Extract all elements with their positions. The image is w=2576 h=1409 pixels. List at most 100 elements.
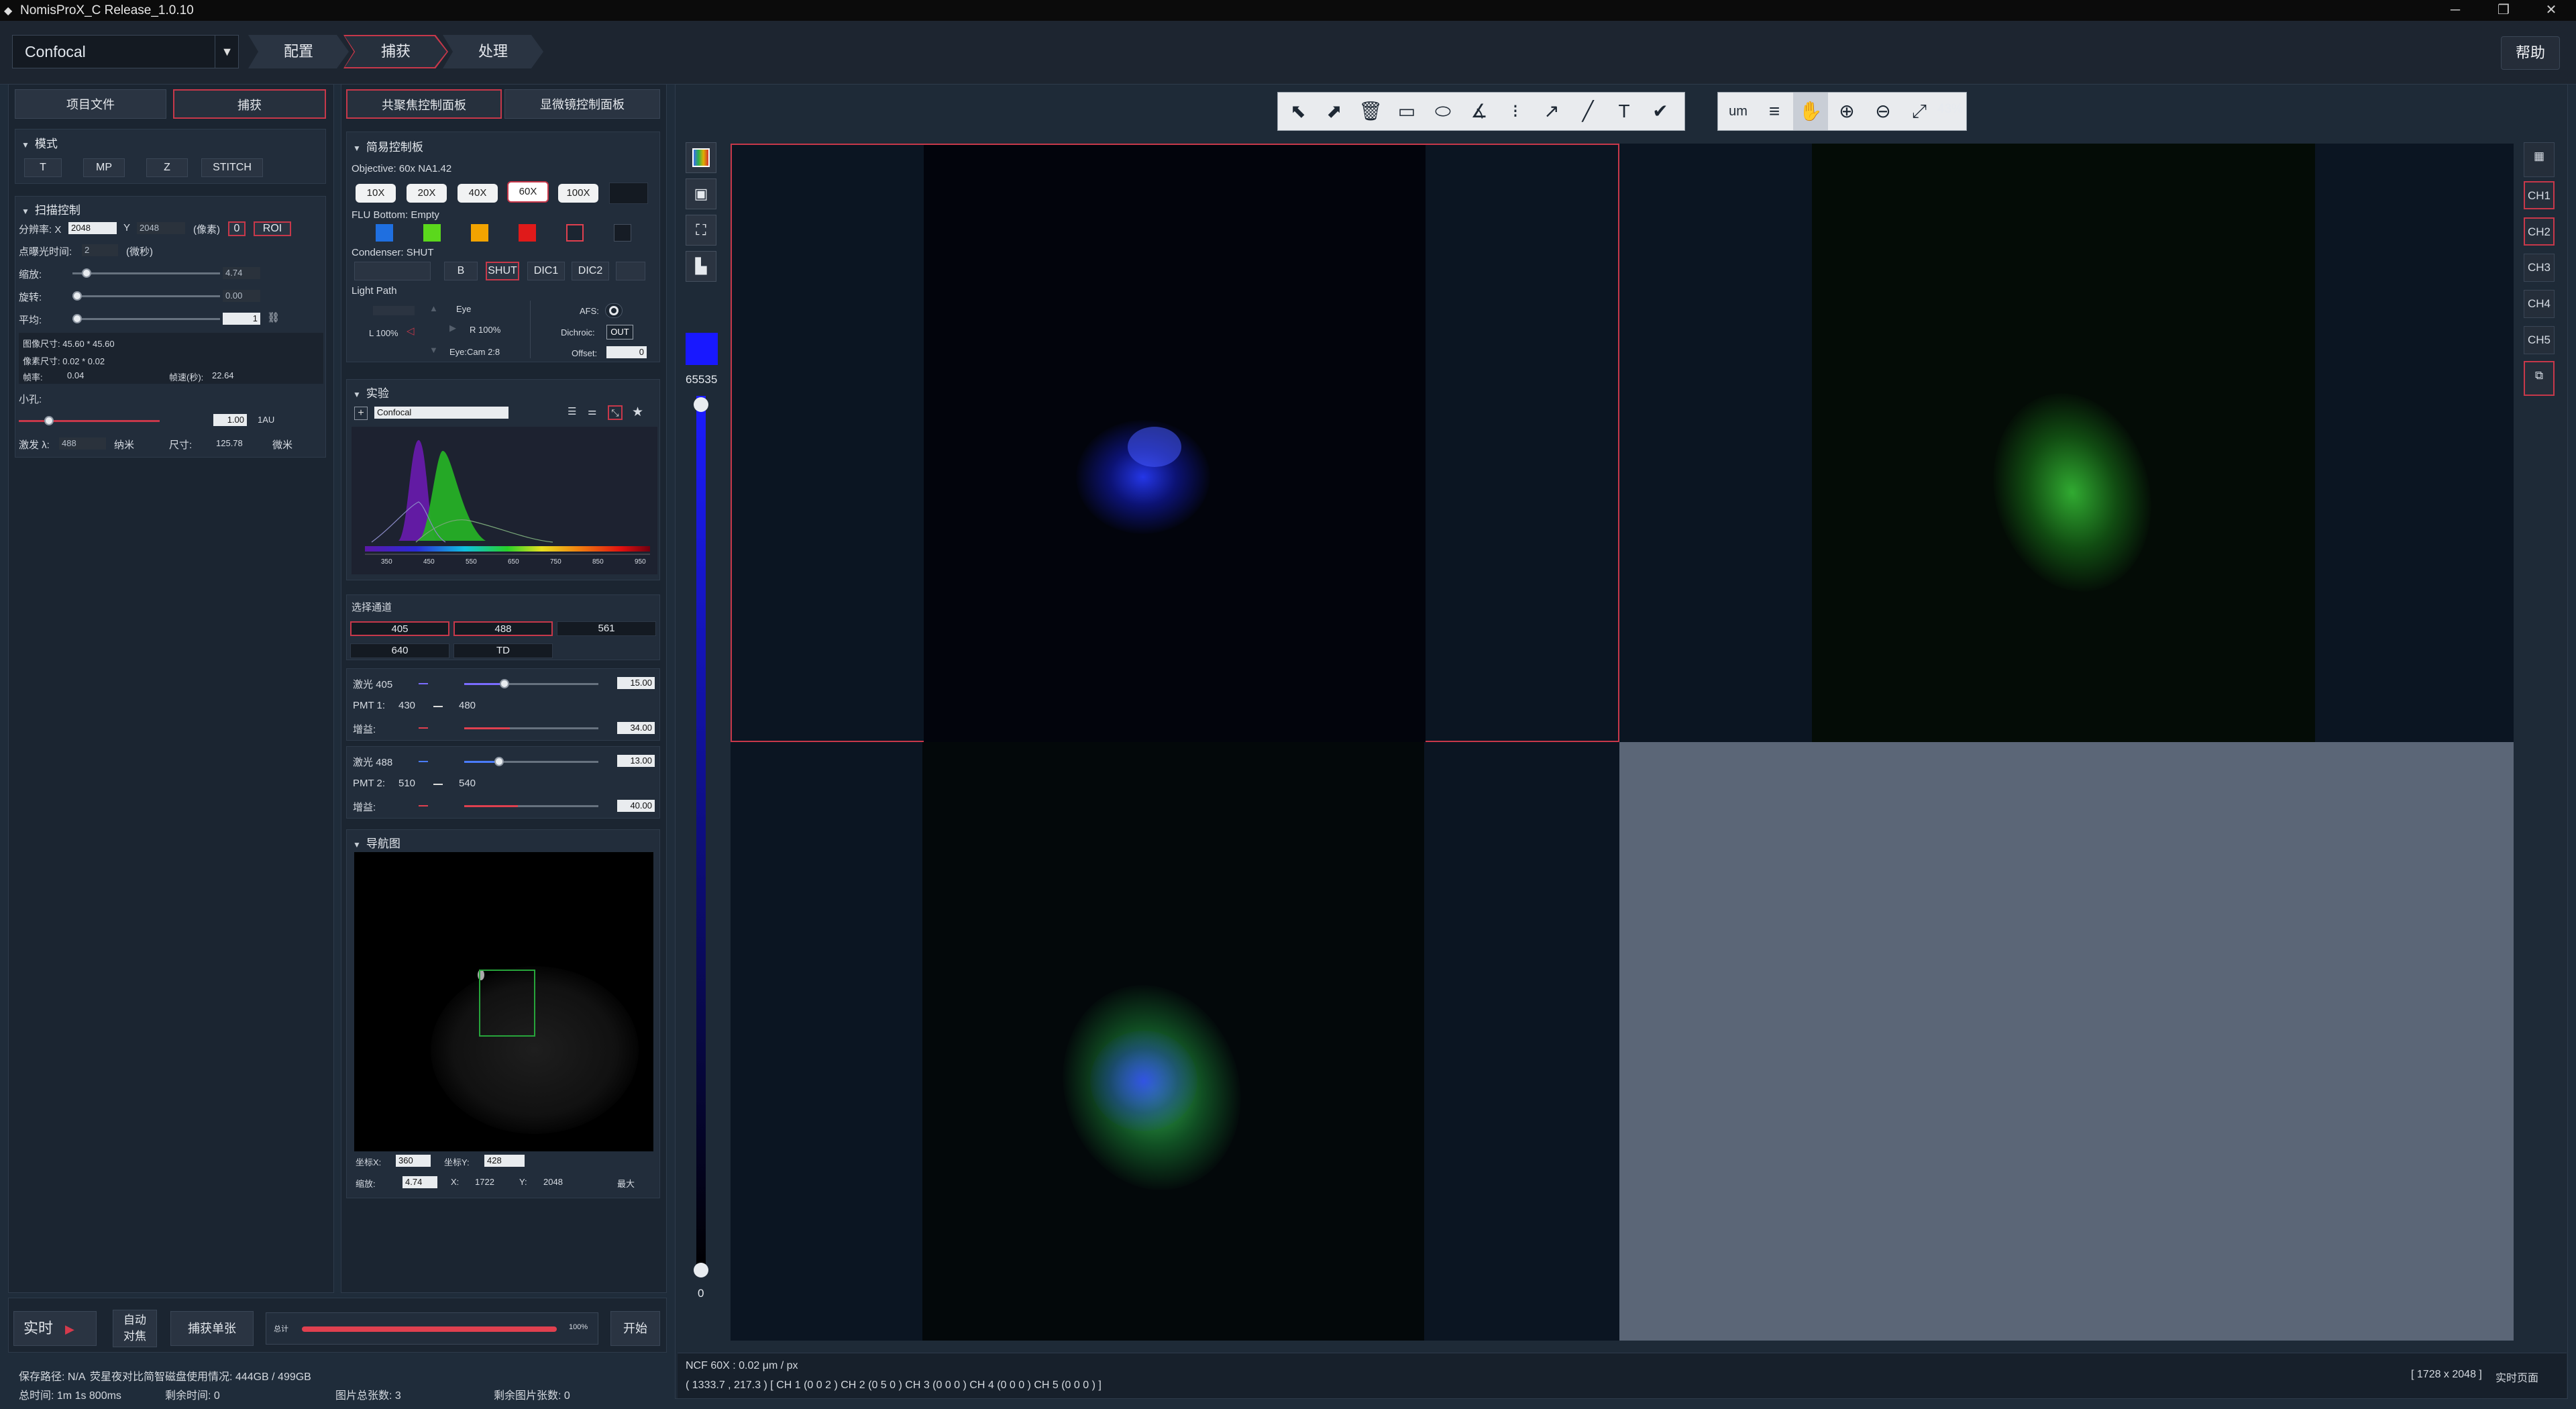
flu-filter-1[interactable] <box>376 224 393 242</box>
pan-hand-icon[interactable]: ✋ <box>1793 93 1828 130</box>
chevron-down-icon[interactable]: ▼ <box>215 36 239 68</box>
live-button[interactable]: 实时 ▶ <box>13 1311 97 1346</box>
flu-filter-5[interactable] <box>566 224 584 242</box>
select-arrow2-icon[interactable]: ⬈ <box>1317 93 1352 130</box>
unit-um-button[interactable]: um <box>1721 93 1756 130</box>
text-icon[interactable]: T <box>1607 93 1642 130</box>
res-reset-button[interactable]: 0 <box>228 221 246 236</box>
objective-60x-button[interactable]: 60X <box>507 181 549 203</box>
zoom-out-icon[interactable]: ⊖ <box>1866 93 1900 130</box>
avg-slider-knob[interactable] <box>72 314 82 323</box>
zoom-slider-knob[interactable] <box>82 268 91 278</box>
channel-td[interactable]: TD <box>453 643 553 658</box>
nav-cx-input[interactable]: 360 <box>396 1155 431 1167</box>
photo-icon[interactable]: ⛶ <box>686 215 716 246</box>
tab-confocal-control[interactable]: 共聚焦控制面板 <box>346 89 502 119</box>
objective-100x-button[interactable]: 100X <box>558 184 598 203</box>
condenser-extra-slot[interactable] <box>616 262 645 280</box>
flu-filter-2[interactable] <box>423 224 441 242</box>
res-y-input[interactable]: 2048 <box>137 222 185 234</box>
add-icon[interactable]: + <box>354 407 368 420</box>
composite-icon[interactable]: ⧉ <box>2524 361 2555 396</box>
histogram-icon[interactable]: ▙ <box>686 251 716 282</box>
condenser-dic1-button[interactable]: DIC1 <box>527 262 565 280</box>
objective-10x-button[interactable]: 10X <box>356 184 396 203</box>
objective-empty-slot[interactable] <box>609 182 648 204</box>
right-arrow-icon[interactable]: ▶ <box>449 323 456 333</box>
tab-microscope-control[interactable]: 显微镜控制面板 <box>504 89 660 119</box>
overlay-icon[interactable]: ▣ <box>686 178 716 209</box>
flu-filter-4[interactable] <box>519 224 536 242</box>
avg-input[interactable]: 1 <box>223 313 260 325</box>
mode-t-button[interactable]: T <box>24 158 62 177</box>
trash-icon[interactable]: 🗑 <box>1353 93 1388 130</box>
start-button[interactable]: 开始 <box>610 1311 660 1346</box>
channel-405[interactable]: 405 <box>350 621 449 636</box>
channel-toggle-ch5[interactable]: CH5 <box>2524 326 2555 354</box>
lut-bar[interactable] <box>696 396 706 1272</box>
image-tile-ch1[interactable] <box>731 144 1619 742</box>
nav-max-label[interactable]: 最大 <box>617 1177 635 1190</box>
angle-icon[interactable]: ∡ <box>1462 93 1497 130</box>
check-icon[interactable]: ✔ <box>1643 93 1678 130</box>
ruler-icon[interactable]: ≡ <box>1757 93 1792 130</box>
channel-toggle-ch4[interactable]: CH4 <box>2524 290 2555 318</box>
dichroic-value[interactable]: OUT <box>606 325 633 340</box>
res-x-select[interactable]: 2048 <box>68 222 117 234</box>
mode-select[interactable]: Confocal <box>12 35 239 68</box>
condenser-b-button[interactable]: B <box>444 262 478 280</box>
laser1-minus-icon[interactable] <box>419 683 428 684</box>
ellipse-icon[interactable]: ⬭ <box>1426 93 1460 130</box>
restore-button[interactable]: ❐ <box>2490 1 2517 19</box>
channel-toggle-ch2[interactable]: CH2 <box>2524 217 2555 246</box>
layout-grid-icon[interactable]: ▦ <box>2524 142 2555 177</box>
tab-capture[interactable]: 捕获 <box>173 89 326 119</box>
mode-z-button[interactable]: Z <box>146 158 188 177</box>
nav-zoom-input[interactable]: 4.74 <box>402 1176 437 1188</box>
offset-input[interactable]: 0 <box>606 346 647 358</box>
rectangle-icon[interactable]: ▭ <box>1389 93 1424 130</box>
pinhole-slider-knob[interactable] <box>44 416 54 425</box>
zoom-slider[interactable] <box>72 272 220 274</box>
objective-20x-button[interactable]: 20X <box>407 184 447 203</box>
laser2-value[interactable]: 13.00 <box>617 755 655 767</box>
channel-488[interactable]: 488 <box>453 621 553 636</box>
afs-toggle[interactable] <box>605 303 623 318</box>
lut-color-icon[interactable] <box>686 142 716 173</box>
ex-select[interactable]: 488 <box>59 437 106 450</box>
link-icon[interactable]: ⛓ <box>267 311 280 323</box>
lut-top-handle[interactable] <box>694 397 708 412</box>
nav-cy-input[interactable]: 428 <box>484 1155 525 1167</box>
channel-toggle-ch1[interactable]: CH1 <box>2524 181 2555 209</box>
cam-arrow-icon[interactable]: ▼ <box>429 345 438 355</box>
favorite-star-icon[interactable]: ★ <box>632 405 643 420</box>
laser2-knob[interactable] <box>494 757 504 766</box>
roi-button[interactable]: ROI <box>254 221 291 236</box>
help-button[interactable]: 帮助 <box>2501 36 2560 70</box>
image-viewer[interactable] <box>731 144 2514 1341</box>
autofocus-button[interactable]: 自动 对焦 <box>113 1310 157 1347</box>
dwell-select[interactable]: 2 <box>82 244 118 256</box>
condenser-empty-slot[interactable] <box>354 262 431 280</box>
flu-filter-6[interactable] <box>614 224 631 242</box>
mode-mp-button[interactable]: MP <box>83 158 125 177</box>
select-arrow-icon[interactable]: ⬉ <box>1281 93 1316 130</box>
list-icon[interactable]: ☰ <box>568 405 576 417</box>
navigation-map[interactable] <box>354 852 653 1151</box>
laser1-knob[interactable] <box>500 679 509 688</box>
zoom-in-icon[interactable]: ⊕ <box>1829 93 1864 130</box>
pinhole-slider[interactable] <box>19 420 160 422</box>
lut-bottom-handle[interactable] <box>694 1263 708 1277</box>
channel-toggle-ch3[interactable]: CH3 <box>2524 254 2555 282</box>
avg-slider[interactable] <box>72 318 220 320</box>
gain1-value[interactable]: 34.00 <box>617 722 655 734</box>
close-button[interactable]: ✕ <box>2538 1 2565 19</box>
objective-40x-button[interactable]: 40X <box>458 184 498 203</box>
fit-icon[interactable]: ⤢ <box>1902 93 1937 130</box>
eye-arrow-icon[interactable]: ▲ <box>429 303 438 313</box>
gain2-value[interactable]: 40.00 <box>617 800 655 812</box>
arrow-icon[interactable]: ↗ <box>1534 93 1569 130</box>
tab-project-files[interactable]: 项目文件 <box>15 89 166 119</box>
channel-640[interactable]: 640 <box>350 643 449 658</box>
minimize-button[interactable]: ─ <box>2442 1 2469 19</box>
